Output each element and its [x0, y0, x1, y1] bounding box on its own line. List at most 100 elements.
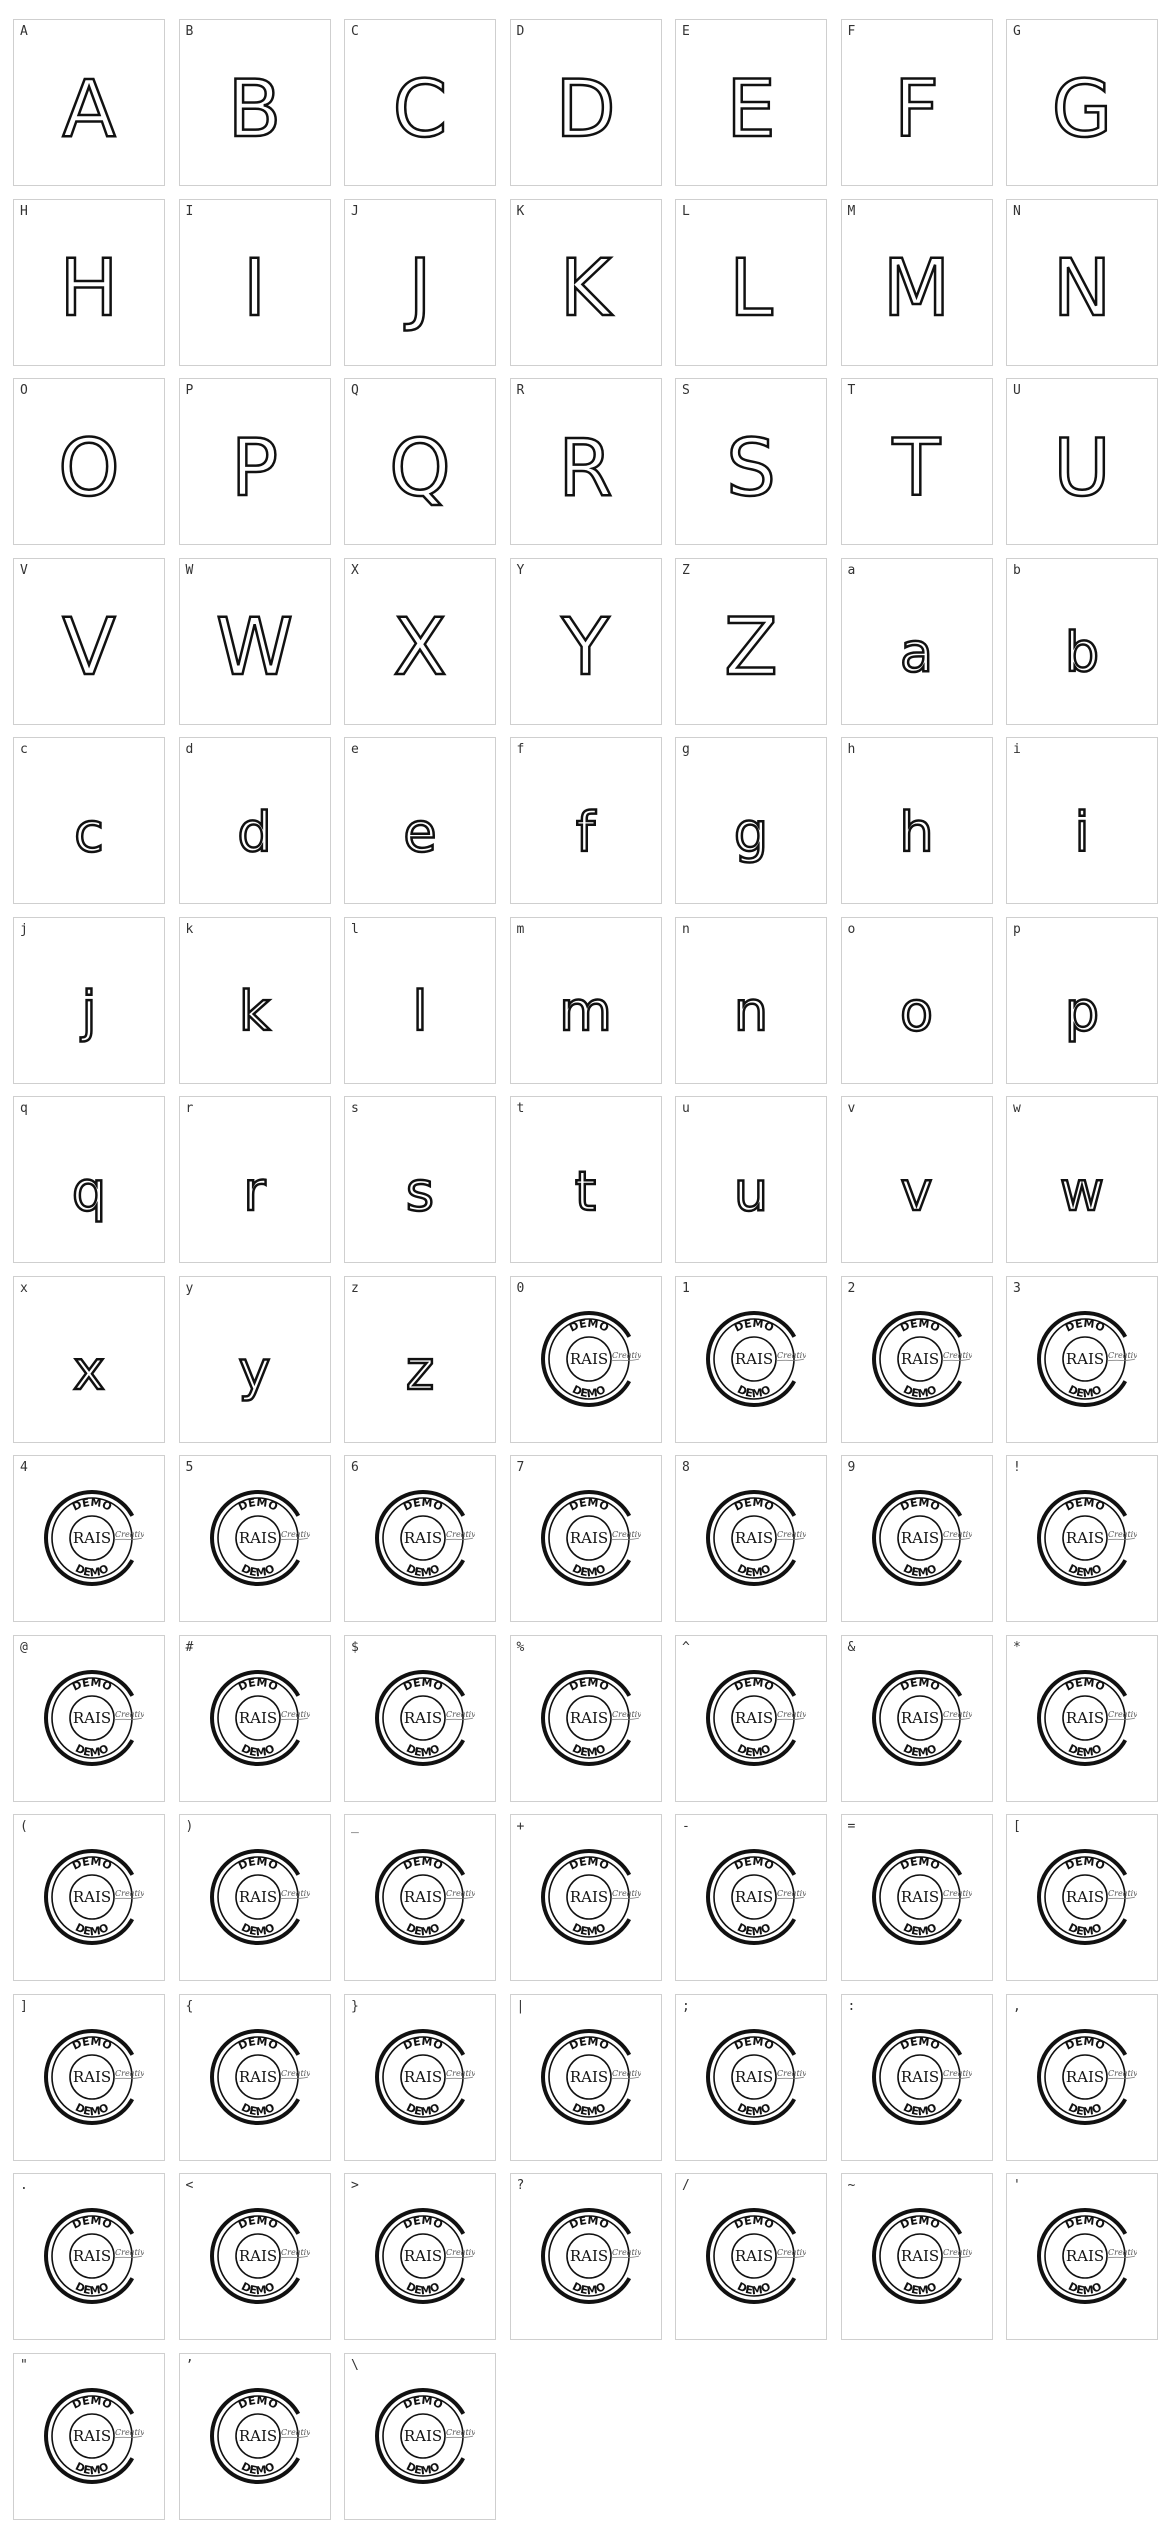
- svg-text:Creative: Creative: [281, 2428, 310, 2437]
- svg-text:DEMO: DEMO: [732, 2214, 776, 2232]
- demo-stamp-logo: DEMO DEMO RAIS Creative: [40, 2204, 150, 2308]
- glyph-cell: yy: [178, 1275, 331, 1443]
- svg-text:DEMO: DEMO: [570, 1741, 608, 1759]
- svg-text:RAIS: RAIS: [1066, 2247, 1104, 2265]
- svg-text:DEMO: DEMO: [567, 1316, 611, 1334]
- glyph-label: e: [351, 742, 359, 757]
- svg-text:DEMO: DEMO: [1066, 1382, 1104, 1400]
- glyph-preview: L: [728, 244, 774, 334]
- svg-text:RAIS: RAIS: [404, 2068, 442, 2086]
- svg-text:Creative: Creative: [943, 1710, 972, 1719]
- glyph-cell: LL: [675, 198, 827, 366]
- svg-text:DEMO: DEMO: [735, 2280, 773, 2298]
- svg-text:RAIS: RAIS: [1066, 1529, 1104, 1547]
- svg-text:Creative: Creative: [777, 1710, 806, 1719]
- glyph-preview: o: [899, 980, 935, 1043]
- glyph-cell: ' DEMO DEMO RAIS Creative: [1006, 2173, 1158, 2340]
- glyph-cell: * DEMO DEMO RAIS Creative: [1006, 1634, 1158, 1802]
- svg-text:DEMO: DEMO: [236, 1496, 280, 1514]
- glyph-preview: w: [1059, 1159, 1106, 1223]
- svg-text:RAIS: RAIS: [569, 1529, 607, 1547]
- svg-text:RAIS: RAIS: [404, 2247, 442, 2265]
- glyph-cell: AA: [13, 19, 165, 186]
- glyph-cell: VV: [13, 557, 165, 725]
- demo-stamp-logo: DEMO DEMO RAIS Creative: [868, 2204, 977, 2308]
- svg-text:RAIS: RAIS: [735, 1888, 773, 1906]
- svg-text:DEMO: DEMO: [73, 2100, 111, 2118]
- svg-text:DEMO: DEMO: [570, 2100, 608, 2118]
- glyph-cell: hh: [840, 737, 993, 904]
- svg-text:DEMO: DEMO: [570, 1921, 608, 1939]
- glyph-preview: q: [71, 1159, 108, 1223]
- glyph-preview: S: [725, 423, 777, 514]
- glyph-cell: ww: [1006, 1096, 1158, 1263]
- glyph-preview: v: [899, 1159, 933, 1223]
- svg-text:RAIS: RAIS: [735, 1709, 773, 1727]
- glyph-label: ’: [185, 2357, 194, 2373]
- glyph-cell: ^ DEMO DEMO RAIS Creative: [675, 1634, 827, 1802]
- demo-stamp-logo: DEMO DEMO RAIS Creative: [702, 2204, 812, 2308]
- glyph-label: {: [185, 1998, 194, 2014]
- glyph-cell: rr: [178, 1096, 331, 1263]
- glyph-label: V: [20, 562, 28, 578]
- svg-text:DEMO: DEMO: [567, 2034, 611, 2052]
- glyph-cell: NN: [1006, 198, 1158, 366]
- glyph-label: ,: [1013, 1998, 1021, 2014]
- glyph-cell: uu: [675, 1096, 827, 1263]
- glyph-cell: tt: [509, 1096, 662, 1263]
- svg-text:Creative: Creative: [1108, 2248, 1137, 2257]
- svg-text:DEMO: DEMO: [70, 2393, 114, 2411]
- glyph-preview: b: [1064, 621, 1101, 684]
- demo-stamp-logo: DEMO DEMO RAIS Creative: [868, 2025, 977, 2129]
- glyph-cell: pp: [1006, 916, 1158, 1084]
- demo-stamp-logo: DEMO DEMO RAIS Creative: [1033, 1307, 1143, 1411]
- glyph-preview: g: [733, 800, 770, 864]
- glyph-cell: CC: [344, 19, 496, 186]
- glyph-label: Q: [351, 383, 359, 398]
- glyph-label: I: [185, 203, 194, 219]
- svg-text:RAIS: RAIS: [73, 2247, 111, 2265]
- glyph-cell: ~ DEMO DEMO RAIS Creative: [840, 2173, 993, 2340]
- svg-text:DEMO: DEMO: [401, 2214, 445, 2232]
- svg-text:DEMO: DEMO: [1066, 1921, 1104, 1939]
- svg-text:RAIS: RAIS: [735, 1529, 773, 1547]
- svg-text:DEMO: DEMO: [567, 2214, 611, 2232]
- svg-text:Creative: Creative: [777, 2069, 806, 2078]
- svg-text:Creative: Creative: [115, 2248, 144, 2257]
- glyph-preview: B: [226, 64, 282, 155]
- demo-stamp-logo: DEMO DEMO RAIS Creative: [537, 1307, 646, 1411]
- glyph-preview: X: [392, 603, 448, 693]
- svg-text:DEMO: DEMO: [73, 1562, 111, 1580]
- glyph-cell: TT: [840, 378, 993, 545]
- glyph-cell: 4 DEMO DEMO RAIS Creative: [13, 1455, 165, 1622]
- svg-text:RAIS: RAIS: [238, 1529, 276, 1547]
- svg-text:Creative: Creative: [777, 1530, 806, 1539]
- svg-text:RAIS: RAIS: [73, 2427, 111, 2445]
- svg-text:Creative: Creative: [777, 2248, 806, 2257]
- glyph-label: s: [351, 1101, 359, 1116]
- demo-stamp-logo: DEMO DEMO RAIS Creative: [868, 1486, 977, 1590]
- glyph-label: >: [351, 2178, 359, 2193]
- glyph-label: &: [847, 1639, 856, 1655]
- svg-text:DEMO: DEMO: [901, 1562, 939, 1580]
- glyph-label: j: [20, 921, 28, 937]
- svg-text:Creative: Creative: [612, 1710, 641, 1719]
- glyph-cell: XX: [344, 557, 496, 725]
- glyph-label: f: [516, 742, 525, 757]
- svg-text:Creative: Creative: [281, 2248, 310, 2257]
- glyph-preview: V: [61, 603, 117, 693]
- glyph-cell: 2 DEMO DEMO RAIS Creative: [840, 1275, 993, 1443]
- glyph-preview: M: [882, 244, 952, 334]
- glyph-cell: kk: [178, 916, 331, 1084]
- svg-text:DEMO: DEMO: [1063, 2034, 1107, 2052]
- svg-text:RAIS: RAIS: [1066, 1350, 1104, 1368]
- svg-text:RAIS: RAIS: [404, 2427, 442, 2445]
- demo-stamp-logo: DEMO DEMO RAIS Creative: [702, 2025, 812, 2129]
- glyph-label: d: [185, 742, 194, 757]
- glyph-cell: } DEMO DEMO RAIS Creative: [344, 1993, 496, 2161]
- glyph-cell: 7 DEMO DEMO RAIS Creative: [509, 1455, 662, 1622]
- glyph-label: z: [351, 1280, 359, 1296]
- glyph-label: L: [682, 203, 690, 219]
- svg-text:DEMO: DEMO: [404, 1741, 442, 1759]
- glyph-label: !: [1013, 1460, 1021, 1475]
